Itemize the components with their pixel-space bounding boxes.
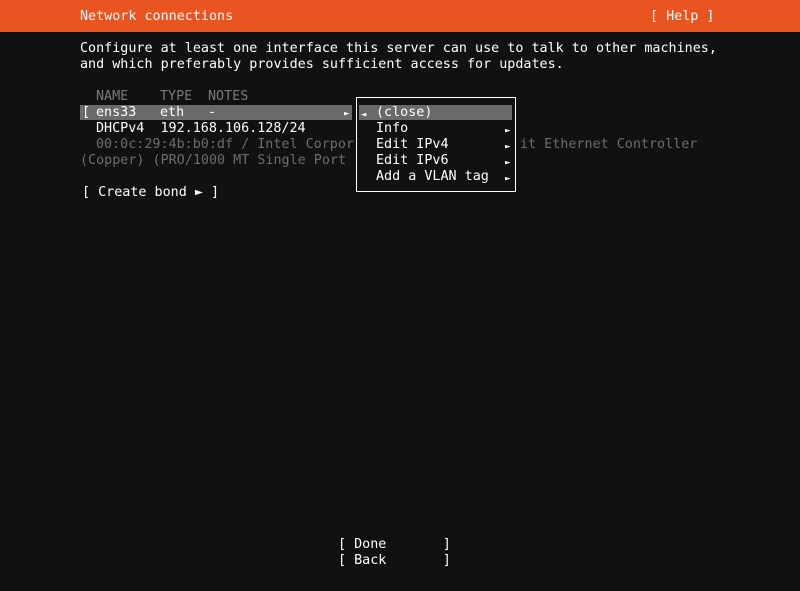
column-header-notes: NOTES (208, 89, 249, 104)
interface-hardware-line-1: 00:0c:29:4b:b0:df / Intel Corpor (96, 137, 354, 152)
row-open-bracket: [ (82, 105, 91, 120)
intro-line-2: and which preferably provides sufficient… (80, 57, 564, 72)
menu-item-edit-ipv6[interactable]: Edit IPv6 (376, 153, 449, 169)
column-header-type: TYPE (160, 89, 193, 104)
menu-item-add-vlan-tag[interactable]: Add a VLAN tag (376, 169, 489, 185)
done-button[interactable]: [ Done ] (338, 537, 451, 553)
create-bond-button[interactable]: [ Create bond ► ] (82, 185, 219, 201)
menu-item-edit-ipv4[interactable]: Edit IPv4 (376, 137, 449, 153)
interface-hardware-line-2: (Copper) (PRO/1000 MT Single Port (80, 153, 347, 168)
back-button[interactable]: [ Back ] (338, 553, 451, 569)
close-arrow-icon[interactable]: ◄ (361, 107, 366, 123)
interface-hardware-line-1-tail: it Ethernet Controller (520, 137, 698, 152)
menu-item-edit-ipv6-arrow-icon: ► (505, 158, 511, 168)
menu-item-info[interactable]: Info (376, 121, 408, 137)
interface-type: eth (160, 105, 185, 120)
menu-item-close[interactable]: (close) (376, 105, 432, 121)
intro-line-1: Configure at least one interface this se… (80, 41, 717, 56)
interface-address: DHCPv4 192.168.106.128/24 (96, 121, 306, 136)
menu-item-edit-ipv4-arrow-icon: ► (505, 142, 511, 152)
interface-notes: - (208, 105, 217, 120)
expand-arrow-icon[interactable]: ► (344, 106, 349, 122)
page-title: Network connections (80, 9, 234, 24)
menu-item-info-arrow-icon: ► (505, 126, 511, 136)
column-header-name: NAME (96, 89, 129, 104)
interface-name: ens33 (96, 105, 137, 120)
help-button[interactable]: [ Help ] (650, 9, 715, 25)
menu-item-add-vlan-tag-arrow-icon: ► (505, 174, 511, 184)
